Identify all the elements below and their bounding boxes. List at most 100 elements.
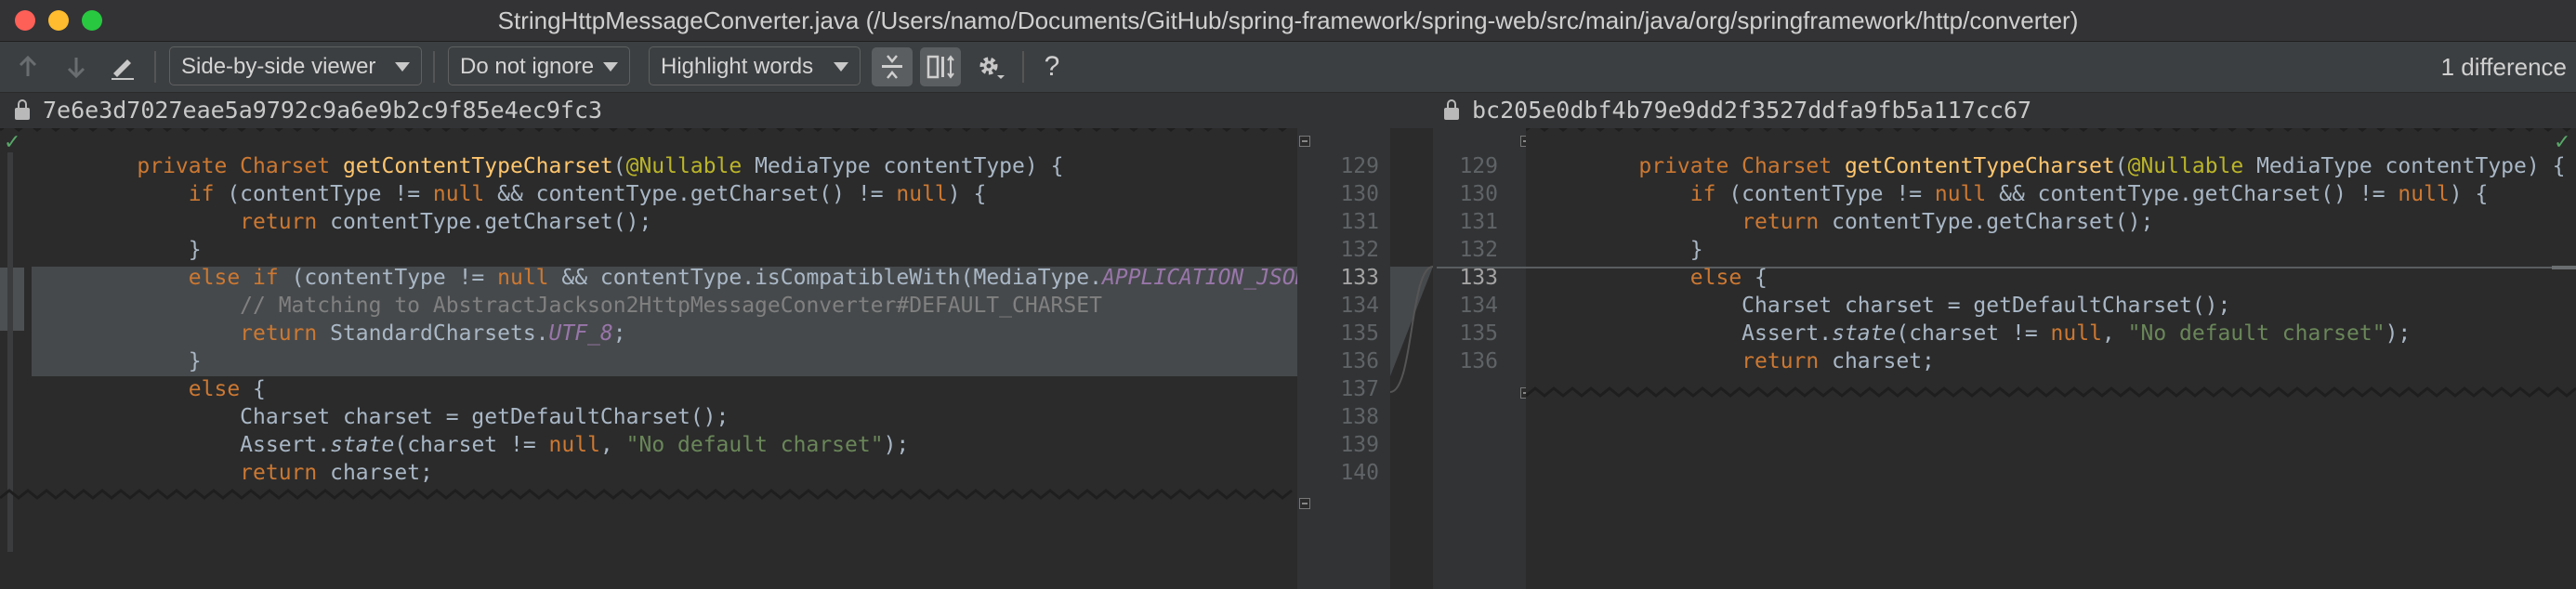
edit-source-button[interactable]	[106, 50, 139, 84]
code-line: Assert.state(charset != null, "No defaul…	[85, 431, 909, 459]
highlight-mode-label: Highlight words	[661, 54, 814, 79]
chevron-down-icon	[834, 62, 848, 72]
code-token: );	[2385, 321, 2412, 346]
code-token: }	[1587, 238, 1703, 262]
window-title: StringHttpMessageConverter.java (/Users/…	[497, 7, 2079, 34]
code-token: charset;	[317, 461, 433, 485]
code-token: else if	[188, 266, 279, 290]
line-number: 130	[1340, 182, 1379, 206]
code-token: ,	[2101, 321, 2128, 346]
code-token: (contentType !=	[278, 266, 498, 290]
arrow-down-icon	[67, 58, 85, 78]
collapsed-region-marker	[1526, 128, 2571, 132]
code-line: return charset;	[1587, 347, 1935, 375]
left-editor[interactable]: private Charset getContentTypeCharset(@N…	[0, 128, 1297, 589]
code-token: null	[548, 433, 600, 457]
code-line: }	[85, 236, 202, 264]
code-token: ;	[612, 321, 626, 346]
line-number: 134	[1459, 294, 1498, 318]
right-revision-header: bc205e0dbf4b79e9dd2f3527ddfa9fb5a117cc67	[1297, 93, 2576, 128]
right-editor[interactable]: private Charset getContentTypeCharset(@N…	[1526, 128, 2576, 589]
chevron-down-icon	[603, 62, 618, 72]
code-token: {	[1741, 266, 1768, 290]
line-number: 133	[1340, 266, 1379, 290]
code-line: Assert.state(charset != null, "No defaul…	[1587, 320, 2411, 347]
code-token: if	[188, 182, 215, 206]
code-token: null	[2050, 321, 2102, 346]
code-line: private Charset getContentTypeCharset(@N…	[85, 152, 1063, 180]
settings-button[interactable]	[974, 50, 1007, 84]
help-button[interactable]: ?	[1035, 50, 1069, 84]
line-number: 136	[1459, 349, 1498, 373]
line-number: 131	[1459, 210, 1498, 234]
left-revision-header: 7e6e3d7027eae5a9792c9a6e9b2c9f85e4ec9fc3	[0, 93, 1297, 128]
fold-marker[interactable]	[1299, 498, 1310, 509]
code-token: private Charset	[1638, 154, 1845, 178]
code-token: "No default charset"	[2127, 321, 2385, 346]
previous-difference-button[interactable]	[11, 50, 45, 84]
toolbar-separator	[433, 51, 435, 83]
ignore-mode-label: Do not ignore	[460, 54, 595, 79]
code-token: ,	[599, 433, 626, 457]
arrow-up-icon	[19, 56, 37, 76]
collapsed-region-marker	[1526, 386, 2576, 398]
left-revision-hash: 7e6e3d7027eae5a9792c9a6e9b2c9f85e4ec9fc3	[43, 97, 603, 124]
highlight-mode-dropdown[interactable]: Highlight words	[649, 46, 861, 85]
code-token: @Nullable	[2127, 154, 2244, 178]
line-number: 135	[1340, 321, 1379, 346]
right-revision-hash: bc205e0dbf4b79e9dd2f3527ddfa9fb5a117cc67	[1472, 97, 2032, 124]
ignore-whitespace-dropdown[interactable]: Do not ignore	[448, 46, 630, 85]
collapse-unchanged-toggle[interactable]	[872, 47, 913, 86]
code-line: return contentType.getCharset();	[1587, 208, 2153, 236]
code-line: else if (contentType != null && contentT…	[85, 264, 1297, 292]
sync-scroll-toggle[interactable]	[920, 47, 961, 86]
code-token: else	[1689, 266, 1742, 290]
code-token: Assert.	[85, 433, 331, 457]
toolbar-separator	[1022, 51, 1024, 83]
code-token: @Nullable	[625, 154, 743, 178]
code-token: APPLICATION_JSON	[1101, 266, 1297, 290]
code-token: Charset charset = getDefaultCharset();	[85, 405, 729, 429]
line-number: 132	[1340, 238, 1379, 262]
sync-scroll-icon	[927, 55, 954, 79]
fold-marker[interactable]	[1299, 136, 1310, 147]
code-token: state	[330, 433, 395, 457]
code-line: }	[85, 347, 202, 375]
viewer-mode-dropdown[interactable]: Side-by-side viewer	[169, 46, 422, 85]
collapsed-region-marker	[0, 128, 1287, 132]
code-token: (contentType !=	[1715, 182, 1935, 206]
collapse-unchanged-icon	[882, 55, 902, 79]
line-number: 139	[1340, 433, 1379, 457]
code-token: return	[240, 321, 318, 346]
line-number: 135	[1459, 321, 1498, 346]
code-token: MediaType contentType) {	[2243, 154, 2566, 178]
difference-count: 1 difference	[2440, 53, 2567, 81]
code-token: getContentTypeCharset	[342, 154, 613, 178]
code-line: if (contentType != null && contentType.g…	[85, 180, 987, 208]
code-token: return	[1741, 210, 1820, 234]
code-line: Charset charset = getDefaultCharset();	[85, 403, 729, 431]
next-difference-button[interactable]	[59, 50, 93, 84]
code-line: return charset;	[85, 459, 433, 487]
left-status-check-icon: ✓	[4, 130, 21, 153]
code-token: private Charset	[137, 154, 343, 178]
lock-icon	[1444, 99, 1459, 120]
code-token: null	[1934, 182, 1987, 206]
right-scroll-marker	[2552, 266, 2576, 269]
code-line: private Charset getContentTypeCharset(@N…	[1587, 152, 2565, 180]
code-token: "No default charset"	[625, 433, 884, 457]
line-number: 140	[1340, 461, 1379, 485]
line-number: 138	[1340, 405, 1379, 429]
code-token: );	[883, 433, 910, 457]
code-token: UTF_8	[548, 321, 613, 346]
code-token: StandardCharsets.	[317, 321, 549, 346]
code-line: // Matching to AbstractJackson2HttpMessa…	[85, 292, 1102, 320]
code-token: {	[240, 377, 266, 401]
diff-divider: 129 130 131 132 133 134 135 136 137 138 139 140 129…	[1297, 128, 1531, 589]
